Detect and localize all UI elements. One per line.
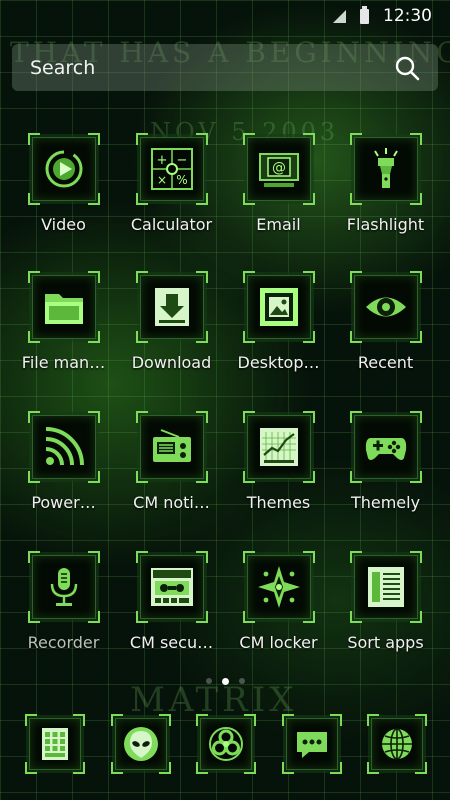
signal-icon — [333, 9, 346, 23]
globe-icon — [367, 714, 427, 774]
cassette-recorder-icon — [135, 551, 208, 623]
svg-text:+: + — [156, 153, 167, 168]
page-indicator — [0, 677, 450, 685]
app-label: CM noti… — [133, 493, 210, 512]
app-label: Power… — [31, 493, 96, 512]
dock-messaging[interactable] — [269, 714, 355, 774]
wallpaper-watermark-matrix: MATRIX — [130, 680, 298, 720]
eye-icon — [349, 271, 422, 343]
app-power[interactable]: Power… — [10, 411, 117, 512]
chart-icon — [242, 411, 315, 483]
app-label: Themely — [350, 493, 421, 512]
calculator-icon: + − ×% — [135, 133, 208, 205]
wifi-signal-icon — [27, 411, 100, 483]
svg-text:×: × — [156, 173, 166, 187]
app-calculator[interactable]: + − ×% Calculator — [118, 133, 225, 234]
app-label: Email — [256, 215, 301, 234]
message-bubble-icon — [282, 714, 342, 774]
app-label: Calculator — [130, 215, 213, 234]
app-themes[interactable]: Themes — [225, 411, 332, 512]
app-desktop[interactable]: Desktop… — [225, 271, 332, 372]
search-label: Search — [30, 56, 96, 79]
app-cm-locker[interactable]: CM locker — [225, 551, 332, 652]
page-dot-active[interactable] — [221, 677, 229, 685]
app-recent[interactable]: Recent — [332, 271, 439, 372]
app-flashlight[interactable]: Flashlight — [332, 133, 439, 234]
app-recorder[interactable]: Recorder — [10, 551, 117, 652]
svg-text:%: % — [176, 173, 187, 187]
svg-text:−: − — [176, 153, 187, 168]
dock-alien[interactable] — [98, 714, 184, 774]
app-email[interactable]: @ Email — [225, 133, 332, 234]
flashlight-icon — [349, 133, 422, 205]
app-file-manager[interactable]: File man… — [10, 271, 117, 372]
page-dot[interactable] — [238, 678, 245, 684]
app-themely[interactable]: Themely — [332, 411, 439, 512]
app-label: Video — [41, 215, 86, 234]
download-icon — [135, 271, 208, 343]
app-sort-apps[interactable]: Sort apps — [332, 551, 439, 652]
folder-icon — [27, 271, 100, 343]
alien-icon — [111, 714, 171, 774]
status-time: 12:30 — [383, 6, 432, 26]
app-label: Themes — [246, 493, 311, 512]
battery-icon — [360, 5, 369, 24]
gamepad-icon — [349, 411, 422, 483]
search-bar[interactable]: Search — [12, 44, 438, 91]
app-download[interactable]: Download — [118, 271, 225, 372]
status-bar: 12:30 — [0, 0, 450, 32]
svg-text:@: @ — [272, 160, 286, 176]
dock-browser[interactable] — [354, 714, 440, 774]
app-label: File man… — [21, 353, 106, 372]
app-cm-security[interactable]: CM secu… — [118, 551, 225, 652]
email-icon: @ — [242, 133, 315, 205]
app-label: CM locker — [239, 633, 318, 652]
page-dot[interactable] — [205, 678, 212, 684]
app-video[interactable]: Video — [10, 133, 117, 234]
play-icon — [27, 133, 100, 205]
app-label: Flashlight — [346, 215, 425, 234]
biohazard-icon — [196, 714, 256, 774]
search-icon[interactable] — [394, 55, 420, 81]
radio-icon — [135, 411, 208, 483]
app-drawer-grid-icon — [25, 714, 85, 774]
dock-app-drawer[interactable] — [12, 714, 98, 774]
app-label: Recent — [357, 353, 414, 372]
app-label: Sort apps — [347, 633, 424, 652]
app-label: Download — [131, 353, 212, 372]
document-list-icon — [349, 551, 422, 623]
app-label: Desktop… — [237, 353, 320, 372]
compass-icon — [242, 551, 315, 623]
picture-frame-icon — [242, 271, 315, 343]
app-cm-notification[interactable]: CM noti… — [118, 411, 225, 512]
app-label: CM secu… — [129, 633, 214, 652]
dock-biohazard[interactable] — [183, 714, 269, 774]
app-label: Recorder — [27, 633, 100, 652]
microphone-icon — [27, 551, 100, 623]
